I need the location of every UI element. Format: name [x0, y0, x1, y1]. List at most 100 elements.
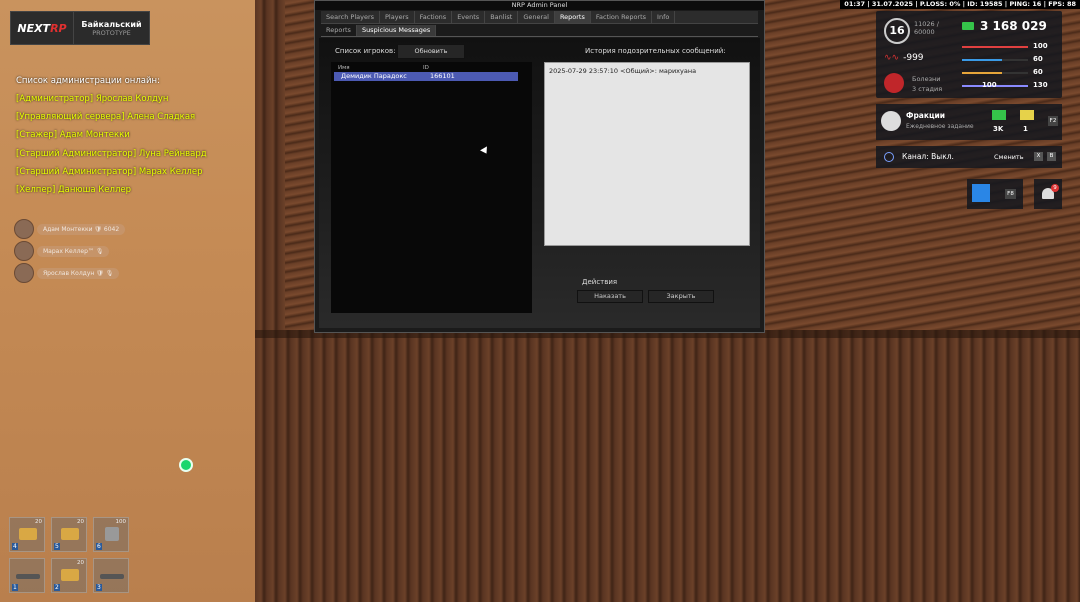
stat-value: 60: [1033, 55, 1043, 63]
subtab-suspicious-messages[interactable]: Suspicious Messages: [356, 25, 437, 36]
stat-bar-fill: [962, 59, 1002, 61]
tab-factions[interactable]: Factions: [415, 11, 453, 23]
factions-reward-cash: 3K: [993, 125, 1004, 133]
player-list[interactable]: Имя ID Демидик Парадокс 166101: [331, 62, 532, 313]
box-icon: [19, 528, 37, 540]
shield-marker-icon: [179, 458, 193, 472]
factions-reward-ticket: 1: [1023, 125, 1028, 133]
cash-icon: [992, 110, 1006, 120]
tab-reports[interactable]: Reports: [554, 11, 591, 23]
ticket-icon: [1020, 110, 1034, 120]
subtab-reports[interactable]: Reports: [321, 25, 357, 36]
nut-icon: [105, 527, 119, 541]
xp-max: 60000: [914, 28, 935, 36]
inventory-slot[interactable]: 20 4: [9, 517, 45, 552]
server-name: Байкальский PROTOTYPE: [73, 12, 149, 44]
main-tabs: Search Players Players Factions Events B…: [321, 11, 758, 24]
inventory-slot[interactable]: 3: [93, 558, 129, 593]
stat-bar: [962, 72, 1028, 74]
inventory-slot[interactable]: 100 6: [93, 517, 129, 552]
actions-label: Действия: [582, 278, 618, 286]
channel-value: Выкл.: [931, 152, 954, 161]
slot-count: 20: [35, 519, 42, 525]
box-icon: [61, 528, 79, 540]
slot-number: 2: [54, 584, 60, 591]
xp-value: 11026 /: [914, 20, 939, 28]
message-history[interactable]: 2025-07-29 23:57:10 <Общий>: марихуана: [544, 62, 750, 246]
admin-panel-window: NRP Admin Panel Search Players Players F…: [314, 0, 765, 333]
player-id: 166101: [430, 72, 455, 80]
refresh-button[interactable]: Обновить: [397, 44, 465, 59]
window-title[interactable]: NRP Admin Panel: [315, 1, 764, 10]
close-button[interactable]: Закрыть: [648, 290, 714, 303]
inventory-slot[interactable]: 1: [9, 558, 45, 593]
box-icon: [61, 569, 79, 581]
avatar: [14, 219, 34, 239]
factions-panel[interactable]: Фракции Ежедневное задание 3K 1 F2: [876, 104, 1062, 140]
factions-hotkey: F2: [1048, 116, 1058, 126]
notifications-button[interactable]: 9: [1034, 179, 1062, 209]
tab-banlist[interactable]: Banlist: [485, 11, 519, 23]
status-bar: 01:37 | 31.07.2025 | P.LOSS: 0% | ID: 19…: [840, 0, 1080, 9]
admin-row: [Стажер] Адам Монтекки: [16, 130, 130, 141]
disease-icon: [884, 73, 904, 93]
disease-status: Болезни 3 стадия: [912, 74, 942, 94]
admin-row: [Управляющий сервера] Алена Сладкая: [16, 112, 196, 123]
money-value: 3 168 029: [980, 19, 1047, 33]
voice-item: Марах Келлер™ 🎙: [14, 240, 125, 262]
factions-subtitle: Ежедневное задание: [906, 123, 974, 130]
channel-label: Канал:: [902, 152, 929, 161]
calendar-icon: [972, 184, 990, 202]
stat-value: 100: [1033, 42, 1048, 50]
calendar-hotkey: F8: [1005, 189, 1016, 199]
inventory-hotbar: 20 4 20 5 100 6 1 20 2 3: [9, 517, 129, 593]
brand-mark: NEXT RP: [11, 12, 73, 44]
tab-faction-reports[interactable]: Faction Reports: [591, 11, 653, 23]
key-b: B: [1047, 152, 1056, 161]
slot-number: 5: [54, 543, 60, 550]
stat-bar-fill: [962, 46, 1028, 48]
slot-count: 20: [77, 519, 84, 525]
punish-button[interactable]: Наказать: [577, 290, 643, 303]
col-name: Имя: [338, 65, 350, 71]
disease-title: Болезни: [912, 75, 941, 83]
slot-number: 6: [96, 543, 102, 550]
inventory-slot[interactable]: 20 5: [51, 517, 87, 552]
heartbeat-icon: ∿∿: [884, 53, 900, 63]
tab-players[interactable]: Players: [380, 11, 415, 23]
voice-name: Адам Монтекки 🛡 6042: [37, 223, 126, 235]
slot-count: 20: [77, 560, 84, 566]
level-badge: 16: [884, 18, 910, 44]
slot-count: 100: [115, 519, 127, 525]
tab-general[interactable]: General: [518, 11, 555, 23]
tab-search-players[interactable]: Search Players: [321, 11, 381, 23]
voice-name: Марах Келлер™ 🎙: [37, 245, 110, 257]
admin-row: [Старший Администратор] Луна Рейнвард: [16, 148, 207, 159]
sub-tabs: Reports Suspicious Messages: [321, 25, 758, 37]
voice-item: Адам Монтекки 🛡 6042: [14, 218, 126, 240]
calendar-button[interactable]: F8: [967, 179, 1023, 209]
stat-bar-fill: [962, 72, 1002, 74]
police-badge-icon: [881, 111, 901, 131]
weapon-icon: [100, 574, 124, 579]
inventory-slot[interactable]: 20 2: [51, 558, 87, 593]
admin-online-list: Список администрации онлайн: [Администра…: [16, 76, 207, 203]
slot-number: 3: [96, 584, 102, 591]
col-id: ID: [423, 65, 429, 71]
voice-item: Ярослав Колдун 🛡 🎙: [14, 262, 125, 284]
admin-row: [Старший Администратор] Марах Келлер: [16, 166, 203, 177]
tab-events[interactable]: Events: [452, 11, 486, 23]
radio-icon: [884, 152, 894, 162]
tab-info[interactable]: Info: [652, 11, 676, 23]
server-title: Байкальский: [81, 19, 142, 29]
brand-text: NEXT: [17, 21, 51, 35]
server-subtitle: PROTOTYPE: [92, 28, 131, 37]
list-item[interactable]: Демидик Парадокс 166101: [334, 72, 518, 81]
admin-row: [Администратор] Ярослав Колдун: [16, 94, 169, 104]
voice-channel-panel: Канал: Выкл. Сменить X B: [876, 146, 1062, 168]
change-channel-label[interactable]: Сменить: [994, 153, 1024, 161]
admin-row: [Хелпер] Данюша Келлер: [16, 184, 132, 195]
money-display: 3 168 029: [962, 19, 1047, 33]
voice-name: Ярослав Колдун 🛡 🎙: [37, 267, 120, 279]
karma-display: ∿∿ -999: [884, 53, 924, 63]
